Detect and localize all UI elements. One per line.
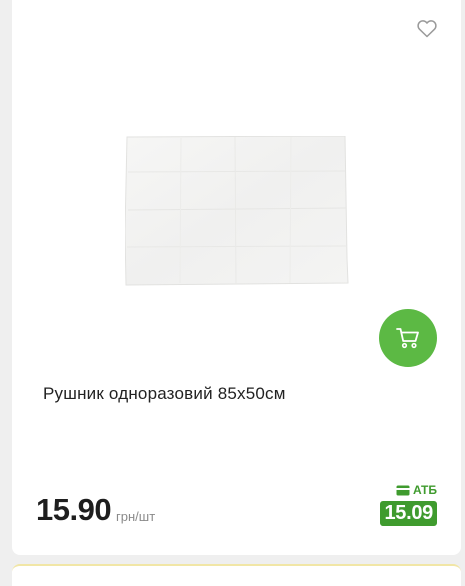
loyalty-price-value: 15.09 — [380, 501, 437, 526]
product-image[interactable] — [124, 135, 349, 286]
product-title[interactable]: Рушник одноразовий 85х50см — [43, 384, 286, 404]
product-price: 15.90 — [36, 492, 112, 527]
loyalty-card-price: АТБ 15.09 — [375, 482, 437, 526]
heart-outline-icon — [417, 20, 437, 38]
next-product-card[interactable] — [12, 564, 461, 586]
towel-image — [124, 135, 349, 286]
card-icon — [396, 485, 410, 495]
favorite-button[interactable] — [415, 16, 439, 40]
product-card[interactable]: Рушник одноразовий 85х50см 15.90 грн/шт … — [12, 0, 461, 555]
loyalty-card-label: АТБ — [412, 483, 437, 497]
price-unit: грн/шт — [116, 509, 156, 524]
cart-icon — [396, 328, 419, 349]
add-to-cart-button[interactable] — [379, 309, 437, 367]
